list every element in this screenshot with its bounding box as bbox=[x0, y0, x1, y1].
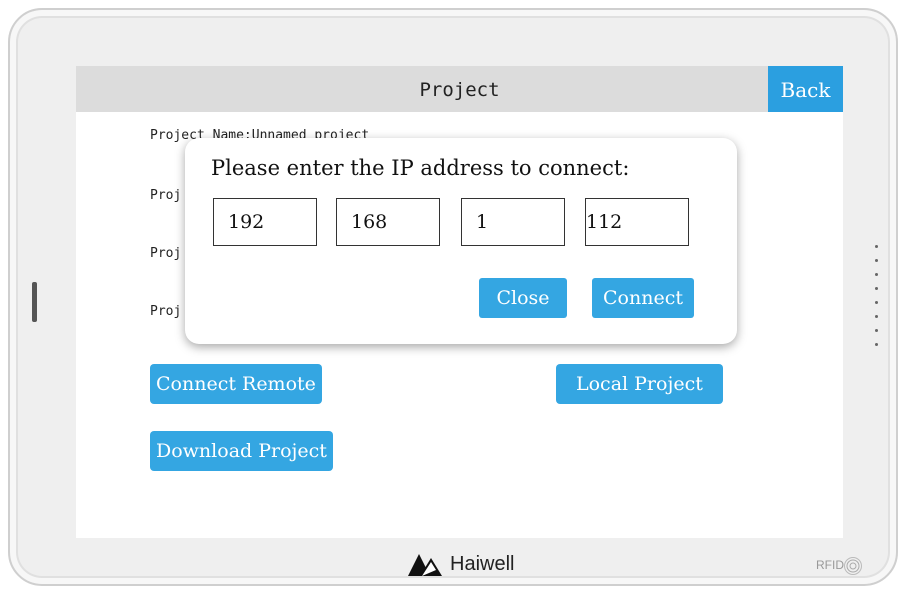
close-button[interactable]: Close bbox=[479, 278, 567, 318]
ip-octet-4-input[interactable]: 112 bbox=[585, 198, 689, 246]
connect-button[interactable]: Connect bbox=[592, 278, 694, 318]
project-line-2: Proj bbox=[150, 246, 182, 261]
back-button[interactable]: Back bbox=[768, 66, 843, 112]
project-line-1: Proj bbox=[150, 188, 182, 203]
rfid-icon bbox=[844, 557, 862, 575]
download-project-button[interactable]: Download Project bbox=[150, 431, 333, 471]
local-project-button[interactable]: Local Project bbox=[556, 364, 723, 404]
page-title: Project bbox=[419, 79, 500, 101]
rfid-label: RFID bbox=[816, 557, 862, 575]
side-button bbox=[32, 282, 37, 322]
brand-name: Haiwell bbox=[450, 553, 515, 575]
ip-connect-dialog: Please enter the IP address to connect: … bbox=[185, 138, 737, 344]
speaker-dots bbox=[874, 245, 880, 360]
project-line-3: Proj bbox=[150, 304, 182, 319]
haiwell-logo-icon bbox=[408, 553, 442, 576]
ip-octet-3-input[interactable]: 1 bbox=[461, 198, 565, 246]
brand: Haiwell bbox=[408, 551, 514, 577]
ip-octet-1-input[interactable]: 192 bbox=[213, 198, 317, 246]
ip-octet-2-input[interactable]: 168 bbox=[336, 198, 440, 246]
dialog-prompt: Please enter the IP address to connect: bbox=[211, 156, 630, 180]
connect-remote-button[interactable]: Connect Remote bbox=[150, 364, 322, 404]
